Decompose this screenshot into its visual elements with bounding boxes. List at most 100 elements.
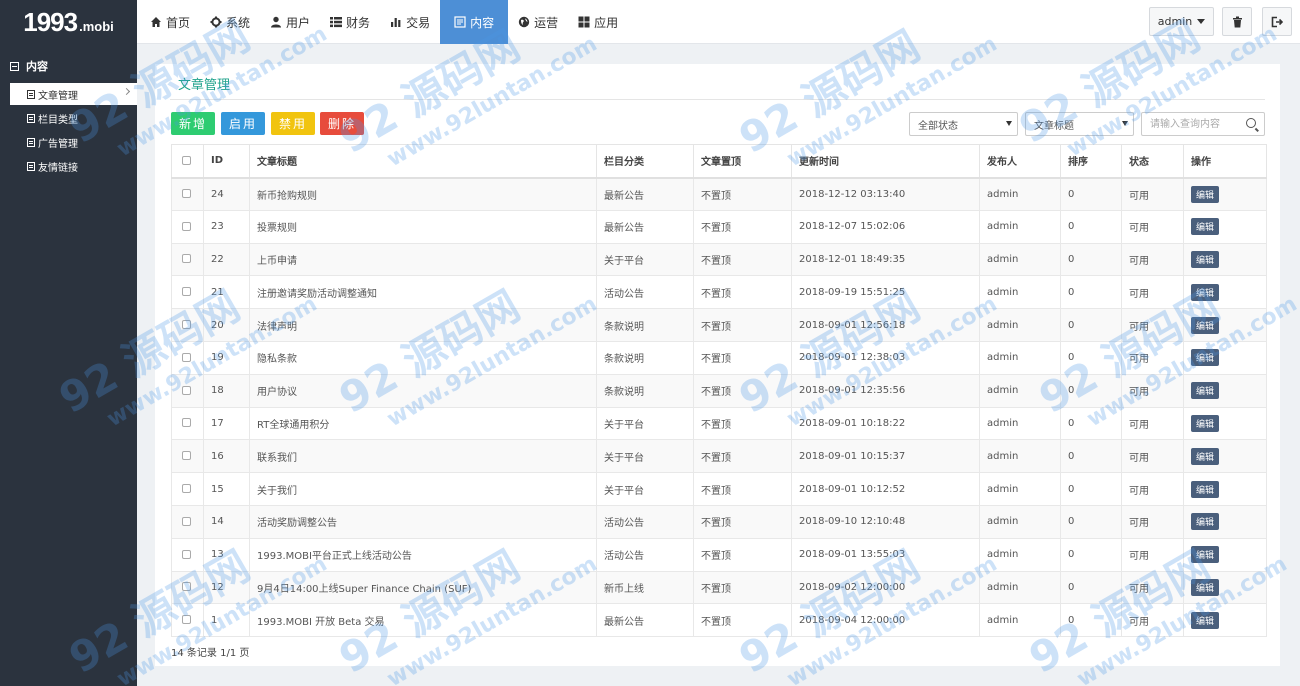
nav-trade[interactable]: 交易 [380, 0, 440, 44]
row-checkbox[interactable] [182, 615, 191, 625]
nav-label: 运营 [534, 15, 559, 30]
row-checkbox[interactable] [182, 287, 191, 297]
nav-apps[interactable]: 应用 [568, 0, 628, 44]
column-header[interactable]: ID [203, 144, 250, 179]
status-cell: 可用 [1121, 504, 1184, 539]
edit-button[interactable]: 编辑 [1191, 480, 1220, 498]
id-cell: 15 [203, 472, 250, 506]
delete-button[interactable]: 删除 [320, 112, 364, 135]
search-icon[interactable] [1246, 118, 1256, 128]
edit-button[interactable]: 编辑 [1191, 447, 1220, 465]
category-cell: 活动公告 [596, 537, 694, 572]
row-checkbox[interactable] [182, 320, 191, 330]
edit-button[interactable]: 编辑 [1191, 414, 1220, 432]
row-checkbox[interactable] [182, 221, 191, 231]
field-select-value: 文章标题 [1034, 120, 1074, 132]
logo[interactable]: 1993 .mobi [0, 0, 137, 44]
enable-button[interactable]: 启用 [221, 112, 265, 135]
column-header[interactable]: 文章标题 [249, 144, 597, 179]
table-row: 17 RT全球通用积分 关于平台 不置顶 2018-09-01 10:18:22 admi… [171, 406, 1267, 441]
table-row: 24 新币抢购规则 最新公告 不置顶 2018-12-12 03:13:40 admin 0… [171, 177, 1267, 211]
sidebar-item-article-management[interactable]: 文章管理 [10, 83, 137, 105]
title-cell: RT全球通用积分 [249, 406, 597, 441]
nav-home[interactable]: 首页 [140, 0, 200, 44]
edit-button[interactable]: 编辑 [1191, 185, 1220, 203]
updated-time-cell: 2018-09-02 12:00:00 [791, 570, 980, 605]
column-header[interactable]: 更新时间 [791, 144, 980, 179]
sort-cell: 0 [1060, 603, 1122, 638]
nav-content[interactable]: 内容 [440, 0, 509, 44]
author-cell: admin [979, 603, 1061, 638]
pinned-cell: 不置顶 [693, 570, 792, 605]
column-header[interactable]: 文章置顶 [693, 144, 792, 179]
pinned-cell: 不置顶 [693, 472, 792, 506]
edit-button[interactable]: 编辑 [1191, 316, 1220, 334]
row-checkbox[interactable] [182, 189, 191, 199]
document-icon [27, 89, 35, 99]
sidebar-item-friend-links[interactable]: 友情链接 [10, 155, 137, 177]
nav-user[interactable]: 用户 [260, 0, 320, 44]
pinned-cell: 不置顶 [693, 242, 792, 277]
row-checkbox[interactable] [182, 418, 191, 428]
nav-operation[interactable]: 运营 [508, 0, 568, 44]
column-header[interactable]: 状态 [1121, 144, 1184, 179]
edit-button[interactable]: 编辑 [1191, 578, 1220, 596]
column-header[interactable]: 栏目分类 [596, 144, 694, 179]
edit-button[interactable]: 编辑 [1191, 250, 1220, 268]
select-all-checkbox[interactable] [182, 155, 191, 165]
title-cell: 用户协议 [249, 373, 597, 408]
nav-finance[interactable]: 财务 [320, 0, 380, 44]
table-row: 22 上币申请 关于平台 不置顶 2018-12-01 18:49:35 admin 0 可用… [171, 242, 1267, 277]
edit-button[interactable]: 编辑 [1191, 349, 1220, 367]
row-checkbox[interactable] [182, 352, 191, 362]
search-input[interactable] [1142, 113, 1242, 135]
pinned-cell: 不置顶 [693, 537, 792, 572]
row-checkbox[interactable] [182, 549, 191, 559]
document-icon [27, 161, 35, 171]
column-header[interactable]: 发布人 [979, 144, 1061, 179]
edit-button[interactable]: 编辑 [1191, 611, 1220, 629]
edit-button[interactable]: 编辑 [1191, 546, 1220, 564]
status-select[interactable]: 全部状态 [909, 112, 1018, 136]
sidebar: 内容 文章管理 栏目类型 广告管理 友情链接 [0, 44, 137, 686]
sidebar-item-column-types[interactable]: 栏目类型 [10, 107, 137, 129]
document-icon [27, 113, 35, 123]
edit-button[interactable]: 编辑 [1191, 513, 1220, 531]
row-checkbox[interactable] [182, 484, 191, 494]
sort-cell: 0 [1060, 209, 1122, 244]
category-cell: 最新公告 [596, 603, 694, 638]
row-checkbox[interactable] [182, 254, 191, 264]
edit-button[interactable]: 编辑 [1191, 382, 1220, 400]
edit-button[interactable]: 编辑 [1191, 218, 1220, 236]
user-name: admin [1157, 15, 1193, 28]
row-checkbox[interactable] [182, 451, 191, 461]
updated-time-cell: 2018-09-10 12:10:48 [791, 504, 980, 539]
nav-system[interactable]: 系统 [200, 0, 260, 44]
field-select[interactable]: 文章标题 [1025, 112, 1134, 136]
sidebar-item-ad-management[interactable]: 广告管理 [10, 131, 137, 153]
table-row: 15 关于我们 关于平台 不置顶 2018-09-01 10:12:52 admin 0 可用… [171, 472, 1267, 506]
list-icon [330, 17, 343, 28]
sort-cell: 0 [1060, 570, 1122, 605]
table-row: 18 用户协议 条款说明 不置顶 2018-09-01 12:35:56 admin 0 可用… [171, 373, 1267, 408]
author-cell: admin [979, 308, 1061, 342]
disable-button[interactable]: 禁用 [271, 112, 315, 135]
caret-down-icon [1197, 19, 1206, 24]
add-button[interactable]: 新增 [171, 112, 215, 135]
table-row: 21 注册邀请奖励活动调整通知 活动公告 不置顶 2018-09-19 15:51:25… [171, 275, 1267, 310]
row-checkbox[interactable] [182, 516, 191, 526]
title-cell: 关于我们 [249, 472, 597, 506]
row-checkbox[interactable] [182, 385, 191, 395]
column-header[interactable]: 排序 [1060, 144, 1122, 179]
updated-time-cell: 2018-09-04 12:00:00 [791, 603, 980, 638]
table-row: 14 活动奖励调整公告 活动公告 不置顶 2018-09-10 12:10:48 admi… [171, 504, 1267, 539]
row-select-cell [171, 340, 204, 375]
id-cell: 23 [203, 209, 250, 244]
sidebar-section-header[interactable]: 内容 [0, 44, 137, 88]
globe-icon [518, 16, 530, 28]
logout-button[interactable] [1262, 7, 1292, 36]
row-checkbox[interactable] [182, 582, 191, 592]
clear-cache-button[interactable] [1222, 7, 1252, 36]
user-menu-button[interactable]: admin [1149, 7, 1214, 36]
edit-button[interactable]: 编辑 [1191, 283, 1220, 301]
